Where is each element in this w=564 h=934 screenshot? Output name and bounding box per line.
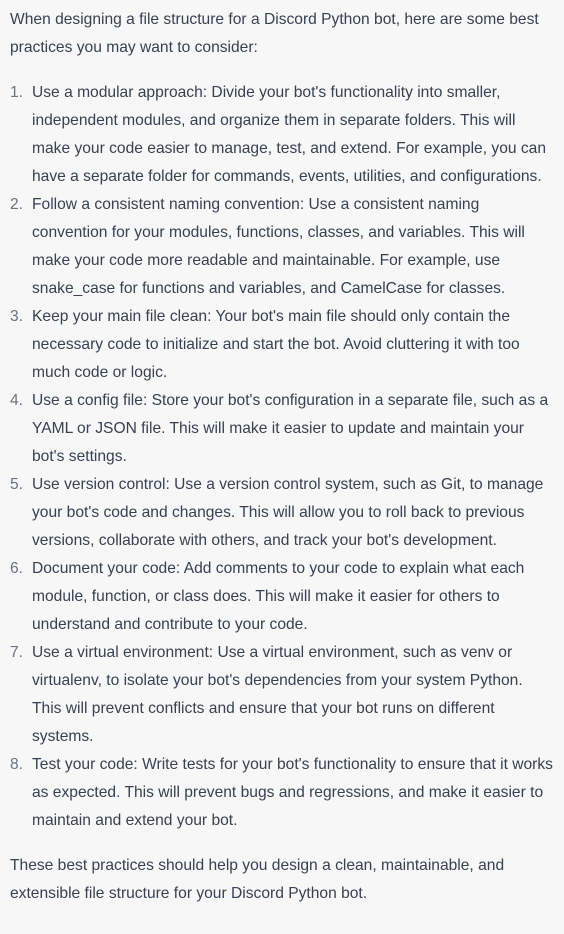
list-item: 6. Document your code: Add comments to yo…	[10, 555, 556, 639]
intro-paragraph: When designing a file structure for a Di…	[10, 11, 539, 56]
list-item: 4. Use a config file: Store your bot's co…	[10, 387, 556, 471]
list-item: 8. Test your code: Write tests for your b…	[10, 751, 556, 835]
item-text: Use a modular approach: Divide your bot'…	[32, 84, 547, 185]
item-number: 5.	[10, 476, 24, 493]
item-number: 8.	[10, 756, 24, 773]
best-practices-list: 1. Use a modular approach: Divide your bo…	[10, 79, 556, 835]
assistant-message: When designing a file structure for a Di…	[0, 0, 564, 908]
item-number: 2.	[10, 196, 24, 213]
item-number: 3.	[10, 308, 24, 325]
item-text: Keep your main file clean: Your bot's ma…	[32, 308, 520, 381]
item-number: 6.	[10, 560, 24, 577]
list-item: 5. Use version control: Use a version con…	[10, 471, 556, 555]
item-number: 7.	[10, 644, 24, 661]
list-item: 2. Follow a consistent naming convention:…	[10, 191, 556, 303]
item-text: Test your code: Write tests for your bot…	[32, 756, 553, 829]
outro-paragraph: These best practices should help you des…	[10, 857, 505, 902]
item-number: 1.	[10, 84, 24, 101]
list-item: 7. Use a virtual environment: Use a virtu…	[10, 639, 556, 751]
list-item: 1. Use a modular approach: Divide your bo…	[10, 79, 556, 191]
item-number: 4.	[10, 392, 24, 409]
list-item: 3. Keep your main file clean: Your bot's …	[10, 303, 556, 387]
item-text: Follow a consistent naming convention: U…	[32, 196, 525, 297]
item-text: Use a virtual environment: Use a virtual…	[32, 644, 523, 745]
item-text: Use version control: Use a version contr…	[32, 476, 544, 549]
item-text: Use a config file: Store your bot's conf…	[32, 392, 549, 465]
item-text: Document your code: Add comments to your…	[32, 560, 525, 633]
